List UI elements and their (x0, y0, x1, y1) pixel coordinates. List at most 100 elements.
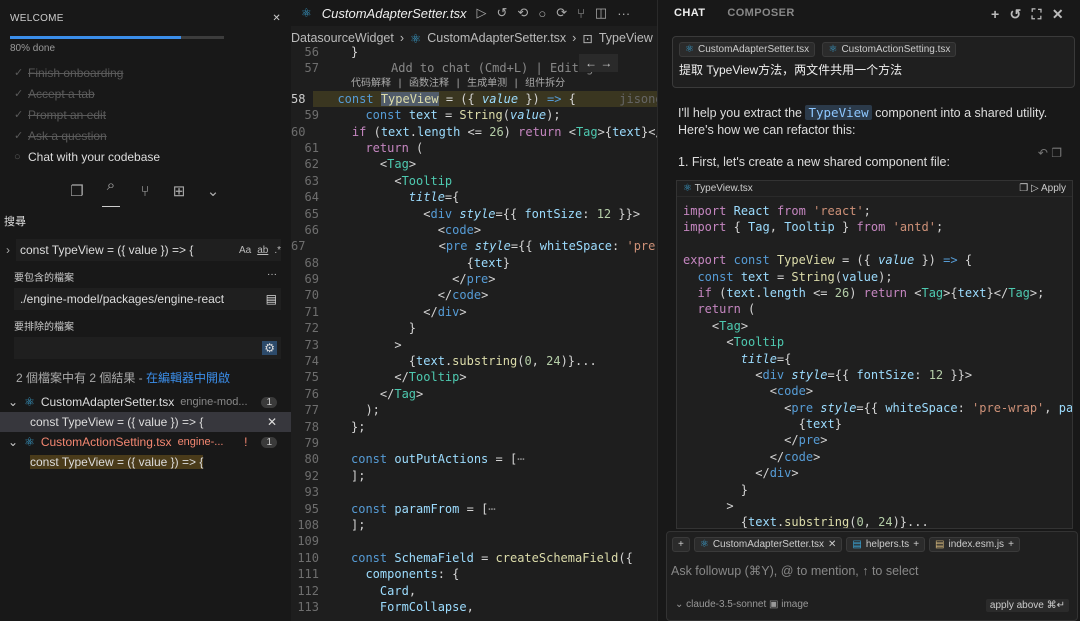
extensions-icon[interactable]: ⊞ (170, 183, 188, 201)
chevron-down-icon: ⌄ (8, 395, 19, 409)
followup-box: + ⚛ CustomAdapterSetter.tsx ✕ ▤ helpers.ts… (666, 531, 1078, 621)
welcome-header: WELCOME ✕ (0, 0, 291, 36)
apply-above-button[interactable]: apply above ⌘↵ (985, 599, 1069, 612)
close-icon[interactable]: ✕ (1052, 6, 1064, 23)
expand-icon[interactable]: ⛶ (1032, 6, 1042, 23)
react-icon: ⚛ (24, 435, 35, 449)
include-field[interactable]: ./engine-model/packages/engine-react ▤ (14, 288, 281, 310)
copy-icon[interactable]: ❐ (1019, 183, 1028, 194)
more-icon[interactable]: ··· (617, 6, 630, 21)
apply-button[interactable]: Apply (1041, 183, 1066, 194)
react-icon: ⚛ (301, 6, 312, 20)
chip-label: CustomActionSetting.tsx (841, 44, 951, 55)
exclude-field[interactable]: ⚙ (14, 337, 281, 359)
count-badge: 1 (261, 396, 277, 408)
question-text: 提取 TypeView方法，两文件共用一个方法 (679, 63, 903, 77)
editor: ⚛ CustomAdapterSetter.tsx ▷ ↺ ⟲ ○ ⟳ ⑂ ◫ … (291, 0, 677, 621)
progress-bar (10, 36, 224, 39)
chip-label: CustomAdapterSetter.tsx (697, 44, 810, 55)
answer-text: I'll help you extract the (678, 106, 806, 120)
code-file-name: TypeView.tsx (694, 183, 753, 194)
react-icon: ⚛ (24, 395, 35, 409)
crumb-folder[interactable]: DatasourceWidget (291, 31, 394, 45)
context-chip[interactable]: ⚛ CustomAdapterSetter.tsx ✕ (693, 537, 843, 552)
step-accept-tab[interactable]: ✓ Accept a tab (0, 83, 291, 104)
dot-icon[interactable]: ○ (538, 6, 546, 21)
history-icon[interactable]: ↺ (497, 5, 508, 21)
git-icon[interactable]: ⑂ (577, 6, 585, 21)
file-path: engine-mod... (180, 396, 248, 408)
regex-icon[interactable]: .* (274, 245, 281, 256)
context-chip[interactable]: ▤ index.esm.js + (929, 537, 1020, 552)
match-case-icon[interactable]: Aa (239, 245, 251, 256)
exclude-label: 要排除的檔案 (14, 322, 74, 333)
add-to-chat-hint[interactable]: Add to chat (Cmd+L) | Edit (391, 61, 579, 75)
include-label: 要包含的檔案 (14, 273, 74, 284)
chevron-down-icon[interactable]: ⌄ (204, 183, 222, 201)
chip-label: index.esm.js (948, 539, 1005, 550)
result-summary: 2 個檔案中有 2 個結果 - 在編輯器中開啟 (0, 359, 291, 392)
source-control-icon[interactable]: ⑂ (136, 183, 154, 201)
editor-tab[interactable]: CustomAdapterSetter.tsx (322, 6, 467, 21)
split-icon[interactable]: ◫ (595, 5, 607, 21)
play-icon[interactable]: ▷ (1031, 183, 1039, 194)
model-selector[interactable]: ⌄ claude-3.5-sonnet (675, 599, 766, 610)
crumb-symbol[interactable]: TypeView (599, 31, 653, 45)
search-header: 搜尋 (4, 216, 26, 228)
tab-chat[interactable]: CHAT (674, 7, 705, 19)
left-sidebar: WELCOME ✕ 80% done ✓ Finish onboarding ✓ A… (0, 0, 291, 621)
result-file[interactable]: ⌄ ⚛ CustomActionSetting.tsx engine-...! 1 (0, 432, 291, 452)
warning-flag: ! (244, 435, 248, 449)
book-icon[interactable]: ▤ (266, 292, 277, 306)
check-icon: ✓ (14, 109, 24, 121)
step-label: Finish onboarding (28, 65, 124, 80)
search-input[interactable]: const TypeView = ({ value }) => { Aa ab … (16, 239, 281, 261)
match-row[interactable]: const TypeView = ({ value }) => {✕ (0, 412, 291, 432)
chevron-right-icon[interactable]: › (0, 243, 16, 257)
step-label: Accept a tab (28, 86, 95, 101)
code-area[interactable]: 56} 57Add to chat (Cmd+L) | Editighte 代码… (291, 44, 677, 615)
files-icon[interactable]: ❐ (68, 183, 86, 201)
plus-icon[interactable]: + (991, 6, 1000, 23)
model-name: claude-3.5-sonnet (686, 599, 767, 610)
image-button[interactable]: ▣ image (769, 599, 808, 610)
chip-label: helpers.ts (865, 539, 910, 550)
file-path: engine-... (177, 436, 224, 448)
step-label: Prompt an edit (28, 107, 107, 122)
more-icon[interactable]: ··· (267, 269, 277, 284)
exclude-label-row: 要排除的檔案 (0, 310, 291, 333)
match-row[interactable]: const TypeView = ({ value }) => { (0, 452, 291, 472)
gear-icon[interactable]: ⚙ (262, 341, 277, 355)
nav-arrows[interactable]: ← → (579, 54, 619, 72)
followup-input[interactable]: Ask followup (⌘Y), @ to mention, ↑ to se… (667, 557, 1077, 584)
whole-word-icon[interactable]: ab (257, 245, 268, 256)
crumb-file[interactable]: CustomAdapterSetter.tsx (427, 31, 566, 45)
file-name: CustomActionSetting.tsx (40, 435, 172, 449)
progress-label: 80% done (10, 43, 56, 54)
context-chip[interactable]: ⚛ CustomActionSetting.tsx (822, 42, 957, 57)
close-icon[interactable]: ✕ (267, 415, 277, 429)
forward-icon[interactable]: ⟳ (556, 5, 567, 21)
step-prompt-edit[interactable]: ✓ Prompt an edit (0, 104, 291, 125)
search-icon[interactable]: ⌕ (102, 177, 120, 207)
result-file[interactable]: ⌄ ⚛ CustomAdapterSetter.tsx engine-mod... 1 (0, 392, 291, 412)
chevron-down-icon: ⌄ (8, 435, 19, 449)
step-finish-onboarding[interactable]: ✓ Finish onboarding (0, 62, 291, 83)
message-actions[interactable]: ↶ ❐ (1038, 146, 1062, 160)
chip-label: CustomAdapterSetter.tsx (712, 539, 824, 550)
add-context-button[interactable]: + (672, 537, 690, 552)
back-icon[interactable]: ⟲ (517, 5, 528, 21)
context-chip[interactable]: ▤ helpers.ts + (846, 537, 926, 552)
context-chip[interactable]: ⚛ CustomAdapterSetter.tsx (679, 42, 816, 57)
chat-header: CHAT COMPOSER + ↺ ⛶ ✕ (658, 0, 1080, 26)
search-query: const TypeView = ({ value }) => { (20, 243, 194, 257)
codelens[interactable]: 代码解释 | 函数注释 | 生成单测 | 组件拆分 (291, 77, 657, 91)
step-ask-question[interactable]: ✓ Ask a question (0, 125, 291, 146)
tab-composer[interactable]: COMPOSER (727, 7, 794, 19)
run-icon[interactable]: ▷ (477, 5, 487, 21)
close-icon[interactable]: ✕ (272, 13, 281, 24)
code-block: ⚛ TypeView.tsx ❐ ▷ Apply import React fro… (676, 180, 1073, 529)
step-chat-codebase[interactable]: ○ Chat with your codebase (0, 146, 291, 167)
open-in-editor-link[interactable]: 在編輯器中開啟 (146, 371, 230, 385)
history-icon[interactable]: ↺ (1010, 6, 1022, 23)
